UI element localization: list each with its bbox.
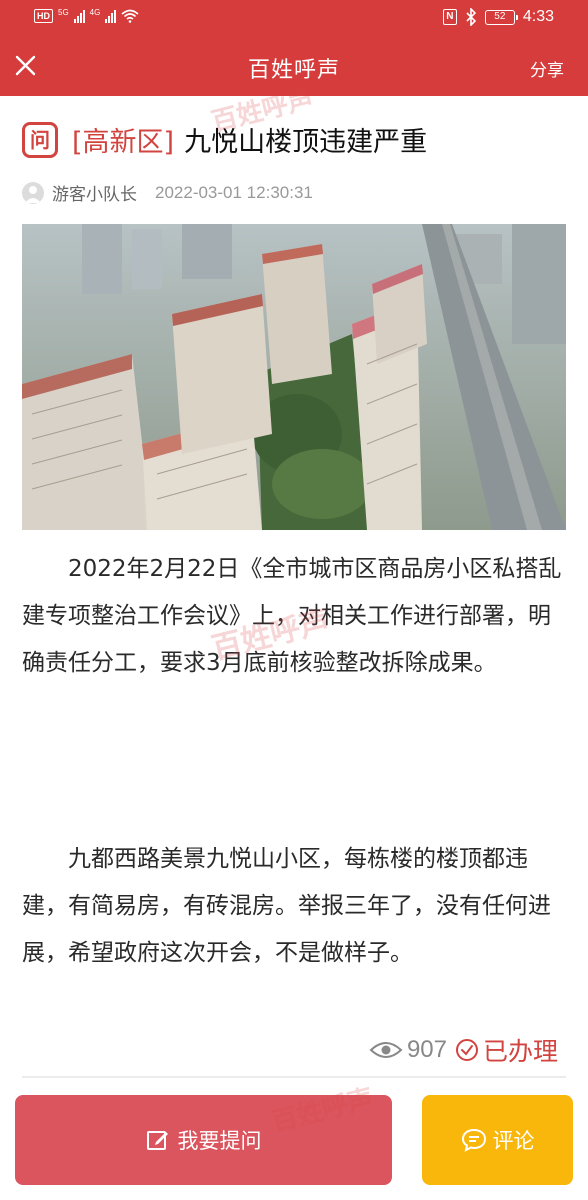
page-title: 百姓呼声: [247, 58, 340, 83]
check-circle-icon: [455, 1039, 478, 1061]
battery-level: 52: [494, 10, 506, 22]
comment-button[interactable]: 评论: [422, 1095, 573, 1185]
status-label: 已办理: [482, 1037, 558, 1066]
avatar: [22, 181, 44, 204]
article-title-row: 问 [高新区] 九悦山楼顶违建严重: [22, 120, 572, 159]
article-photo[interactable]: [22, 224, 566, 530]
status-bar: HD 5G 4G N 52 4:33: [0, 0, 588, 38]
status-badge: 已办理: [455, 1032, 558, 1068]
article-stats: 907 已办理: [369, 1032, 558, 1068]
view-count-value: 907: [406, 1036, 447, 1063]
aerial-photo: [22, 224, 566, 530]
clock: 4:33: [522, 8, 554, 25]
network-4g-label: 4G: [89, 7, 101, 17]
eye-icon: [369, 1042, 403, 1058]
divider: [22, 1076, 566, 1078]
signal-icon-2: [105, 9, 117, 23]
network-5g-label: 5G: [58, 7, 69, 17]
nfc-icon: N: [442, 9, 457, 25]
article-meta: 游客小队长 2022-03-01 12:30:31: [22, 180, 313, 205]
user-icon: [25, 185, 41, 203]
signal-icon: [73, 9, 85, 23]
view-count: 907: [369, 1036, 447, 1064]
comment-icon: [461, 1128, 486, 1152]
battery-icon: 52: [484, 9, 518, 25]
wifi-icon: [121, 9, 139, 23]
edit-icon: [146, 1131, 168, 1150]
article-paragraph-2: 九都西路美景九悦山小区，每栋楼的楼顶都违建，有简易房，有砖混房。举报三年了，没有…: [22, 846, 551, 966]
district-tag: [高新区]: [72, 127, 175, 158]
bluetooth-icon: [466, 8, 476, 26]
share-button[interactable]: 分享: [530, 56, 564, 81]
post-datetime: 2022-03-01 12:30:31: [155, 182, 313, 202]
status-left: HD 5G 4G: [34, 7, 139, 23]
app-header: 百姓呼声 分享: [0, 38, 588, 96]
article-paragraph-1: 2022年2月22日《全市城市区商品房小区私搭乱建专项整治工作会议》上，对相关工…: [22, 556, 562, 676]
author-name: 游客小队长: [52, 185, 137, 205]
hd-indicator: HD: [34, 9, 53, 23]
comment-label: 评论: [492, 1129, 535, 1153]
status-right: N 52 4:33: [442, 8, 554, 26]
ask-question-button[interactable]: 我要提问: [15, 1095, 392, 1185]
question-icon: 问: [22, 121, 58, 158]
bottom-action-bar: 我要提问 评论: [0, 1080, 588, 1200]
article-title: 九悦山楼顶违建严重: [184, 127, 428, 158]
ask-question-label: 我要提问: [177, 1129, 262, 1153]
